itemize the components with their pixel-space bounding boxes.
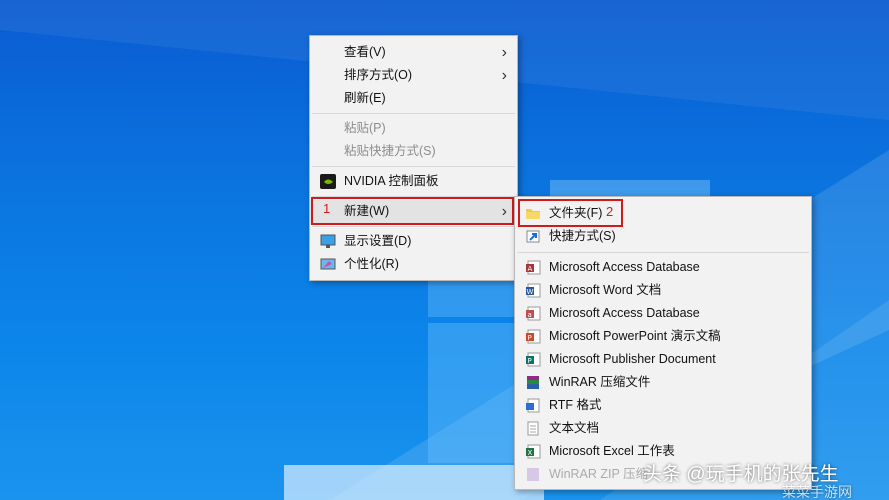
- submenu-item-label: WinRAR ZIP 压缩: [549, 467, 649, 481]
- submenu-item-word[interactable]: W Microsoft Word 文档: [515, 279, 811, 302]
- menu-item-label: 排序方式(O): [344, 68, 413, 82]
- menu-separator: [312, 226, 515, 227]
- menu-item-label: 个性化(R): [344, 257, 399, 271]
- menu-item-paste[interactable]: 粘贴(P): [310, 117, 517, 140]
- menu-separator: [312, 113, 515, 114]
- submenu-item-label: Microsoft Word 文档: [549, 283, 662, 297]
- menu-item-personalize[interactable]: 个性化(R): [310, 253, 517, 276]
- submenu-item-publisher[interactable]: P Microsoft Publisher Document: [515, 348, 811, 371]
- powerpoint-icon: P: [525, 329, 541, 344]
- winrar-icon: [525, 375, 541, 390]
- submenu-item-rtf[interactable]: RTF 格式: [515, 394, 811, 417]
- monitor-icon: [320, 234, 336, 249]
- submenu-item-label: WinRAR 压缩文件: [549, 375, 651, 389]
- svg-text:W: W: [527, 288, 534, 296]
- menu-item-label: 粘贴快捷方式(S): [344, 144, 436, 158]
- menu-separator: [312, 166, 515, 167]
- windows-logo-pane: [284, 465, 544, 500]
- chevron-right-icon: ›: [501, 44, 507, 61]
- svg-text:P: P: [528, 334, 532, 342]
- menu-separator: [517, 252, 809, 253]
- submenu-item-label: Microsoft Publisher Document: [549, 352, 716, 366]
- submenu-item-label: Microsoft Access Database: [549, 306, 700, 320]
- excel-icon: X: [525, 444, 541, 459]
- winrar-zip-icon: [525, 467, 541, 482]
- menu-item-label: 刷新(E): [344, 91, 386, 105]
- submenu-item-label: 快捷方式(S): [549, 229, 616, 243]
- access-icon: a: [525, 306, 541, 321]
- menu-item-sort[interactable]: 排序方式(O) ›: [310, 64, 517, 87]
- word-icon: W: [525, 283, 541, 298]
- annotation-highlight-new: [311, 197, 514, 225]
- menu-item-display-settings[interactable]: 显示设置(D): [310, 230, 517, 253]
- nvidia-icon: [320, 174, 336, 189]
- submenu-item-shortcut[interactable]: 快捷方式(S): [515, 225, 811, 248]
- submenu-item-label: Microsoft Access Database: [549, 260, 700, 274]
- desktop-context-menu: 查看(V) › 排序方式(O) › 刷新(E) 粘贴(P) 粘贴快捷方式(S) …: [309, 35, 518, 281]
- svg-text:A: A: [528, 265, 533, 273]
- menu-item-paste-shortcut[interactable]: 粘贴快捷方式(S): [310, 140, 517, 163]
- menu-item-label: 显示设置(D): [344, 234, 412, 248]
- menu-item-label: 查看(V): [344, 45, 386, 59]
- submenu-item-label: 文本文档: [549, 421, 600, 435]
- svg-text:X: X: [528, 449, 533, 457]
- submenu-item-winrar[interactable]: WinRAR 压缩文件: [515, 371, 811, 394]
- menu-item-view[interactable]: 查看(V) ›: [310, 41, 517, 64]
- annotation-marker: 1: [323, 201, 331, 216]
- new-submenu: 文件夹(F) 快捷方式(S) A Microsoft Access Databa…: [514, 196, 812, 490]
- submenu-item-powerpoint[interactable]: P Microsoft PowerPoint 演示文稿: [515, 325, 811, 348]
- menu-item-refresh[interactable]: 刷新(E): [310, 87, 517, 110]
- svg-text:P: P: [528, 357, 532, 365]
- desktop-background: 查看(V) › 排序方式(O) › 刷新(E) 粘贴(P) 粘贴快捷方式(S) …: [0, 0, 889, 500]
- publisher-icon: P: [525, 352, 541, 367]
- menu-item-nvidia[interactable]: NVIDIA 控制面板: [310, 170, 517, 193]
- text-document-icon: [525, 421, 541, 436]
- annotation-marker: 2: [606, 204, 614, 219]
- submenu-item-text[interactable]: 文本文档: [515, 417, 811, 440]
- personalize-icon: [320, 257, 336, 272]
- watermark-site: 菜菜手游网: [782, 484, 852, 500]
- submenu-item-label: RTF 格式: [549, 398, 602, 412]
- chevron-right-icon: ›: [501, 67, 507, 84]
- submenu-item-label: Microsoft PowerPoint 演示文稿: [549, 329, 721, 343]
- rtf-document-icon: [525, 398, 541, 413]
- shortcut-icon: [525, 229, 541, 244]
- access-icon: A: [525, 260, 541, 275]
- menu-item-label: 粘贴(P): [344, 121, 386, 135]
- menu-item-label: NVIDIA 控制面板: [344, 174, 439, 188]
- submenu-item-access[interactable]: A Microsoft Access Database: [515, 256, 811, 279]
- submenu-item-access-2[interactable]: a Microsoft Access Database: [515, 302, 811, 325]
- svg-text:a: a: [528, 311, 532, 319]
